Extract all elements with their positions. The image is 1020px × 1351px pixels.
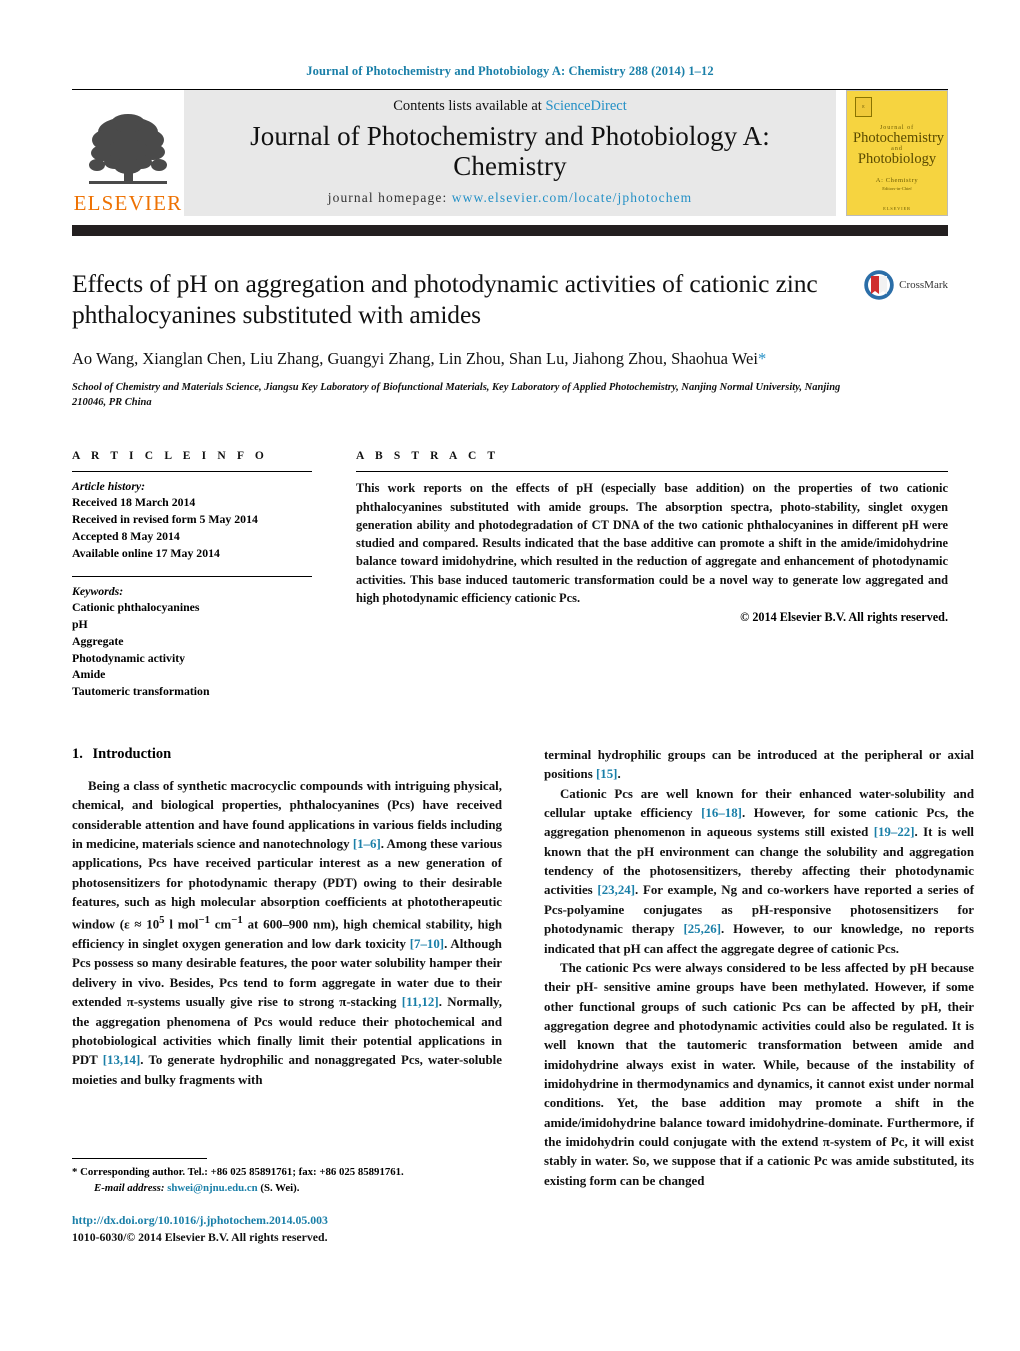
continuation-period: . xyxy=(617,767,621,782)
contents-available-line: Contents lists available at ScienceDirec… xyxy=(393,98,627,115)
history-revised: Received in revised form 5 May 2014 xyxy=(72,512,258,527)
email-label: E-mail address: xyxy=(94,1181,165,1194)
homepage-label: journal homepage: xyxy=(327,190,448,206)
cover-artwork: E Journal of Photochemistry and Photobio… xyxy=(853,97,945,209)
keyword-item: Amide xyxy=(72,667,106,682)
intro-text-d: cm xyxy=(210,917,232,932)
corresponding-author-note: * Corresponding author. Tel.: +86 025 85… xyxy=(72,1165,502,1196)
section-heading-introduction: 1. Introduction xyxy=(72,746,502,763)
citation-ref[interactable]: [16–18] xyxy=(701,806,742,820)
history-received: Received 18 March 2014 xyxy=(72,495,196,510)
page-title: Effects of pH on aggregation and photody… xyxy=(72,269,818,330)
elsevier-tree-icon xyxy=(89,114,167,184)
cover-line-2: Photobiology xyxy=(857,151,937,168)
body-columns: 1. Introduction Being a class of synthet… xyxy=(72,746,974,1191)
doi-link[interactable]: http://dx.doi.org/10.1016/j.jphotochem.2… xyxy=(72,1212,532,1229)
citation-ref[interactable]: [7–10] xyxy=(410,937,444,951)
history-online: Available online 17 May 2014 xyxy=(72,545,220,560)
body-column-left: 1. Introduction Being a class of synthet… xyxy=(72,746,502,1191)
keywords-label: Keywords: xyxy=(72,584,124,599)
article-page: Journal of Photochemistry and Photobiolo… xyxy=(0,0,1020,1351)
email-link[interactable]: shwei@njnu.edu.cn xyxy=(167,1182,257,1194)
keywords-block: Keywords: Cationic phthalocyanines pH Ag… xyxy=(72,584,312,700)
crossmark-label: CrossMark xyxy=(899,279,948,291)
article-info-heading: A R T I C L E I N F O xyxy=(72,450,268,463)
journal-title: Journal of Photochemistry and Photobiolo… xyxy=(250,120,770,181)
citation-ref[interactable]: [13,14] xyxy=(103,1053,141,1067)
masthead-black-bar xyxy=(72,225,948,236)
journal-band: Contents lists available at ScienceDirec… xyxy=(184,90,836,216)
journal-cover-thumbnail: E Journal of Photochemistry and Photobio… xyxy=(846,90,948,216)
body-column-right: terminal hydrophilic groups can be intro… xyxy=(544,746,974,1191)
abstract-text: This work reports on the effects of pH (… xyxy=(356,481,948,605)
paragraph-intro-1: Being a class of synthetic macrocyclic c… xyxy=(72,777,502,1090)
section-title: Introduction xyxy=(92,745,172,762)
superscript-exponent: −1 xyxy=(231,914,243,927)
info-abstract-row: A R T I C L E I N F O Article history: R… xyxy=(72,450,948,700)
citation-ref[interactable]: [15] xyxy=(596,767,617,781)
title-block: Effects of pH on aggregation and photody… xyxy=(72,268,948,410)
crossmark-icon xyxy=(864,270,894,300)
abstract-column: A B S T R A C T This work reports on the… xyxy=(356,450,948,700)
cover-editors: Editors-in-Chief xyxy=(882,186,912,192)
journal-masthead: ELSEVIER Contents lists available at Sci… xyxy=(72,90,948,216)
article-info-rule-top xyxy=(72,471,312,473)
cover-publisher-badge: E xyxy=(855,97,872,117)
cover-subtitle: A: Chemistry xyxy=(875,177,919,185)
contents-prefix: Contents lists available at xyxy=(393,97,546,114)
citation-ref[interactable]: [19–22] xyxy=(874,825,915,839)
superscript-exponent: −1 xyxy=(198,914,210,927)
affiliation: School of Chemistry and Materials Scienc… xyxy=(72,381,841,409)
intro-text-c: l mol xyxy=(164,917,199,932)
section-number: 1. xyxy=(72,745,83,762)
footnote-marker: * xyxy=(72,1166,78,1178)
cover-footer-wordmark: ELSEVIER xyxy=(883,206,911,211)
keyword-item: Cationic phthalocyanines xyxy=(72,600,200,615)
author-list: Ao Wang, Xianglan Chen, Liu Zhang, Guang… xyxy=(72,348,832,371)
elsevier-logo: ELSEVIER xyxy=(72,90,184,216)
keyword-item: pH xyxy=(72,617,88,632)
running-head: Journal of Photochemistry and Photobiolo… xyxy=(306,64,714,78)
keyword-item: Tautomeric transformation xyxy=(72,684,210,699)
abstract-heading: A B S T R A C T xyxy=(356,450,500,463)
history-accepted: Accepted 8 May 2014 xyxy=(72,528,180,543)
citation-ref[interactable]: [1–6] xyxy=(353,837,381,851)
keyword-item: Aggregate xyxy=(72,633,124,648)
cover-line-1: Photochemistry xyxy=(853,130,945,146)
sciencedirect-link[interactable]: ScienceDirect xyxy=(545,98,626,114)
footnote-rule xyxy=(72,1158,207,1159)
citation-ref[interactable]: [25,26] xyxy=(683,922,721,936)
journal-homepage-line: journal homepage: www.elsevier.com/locat… xyxy=(328,190,693,206)
abstract-copyright: © 2014 Elsevier B.V. All rights reserved… xyxy=(740,610,948,625)
corresponding-author-marker: * xyxy=(757,349,767,369)
article-info-column: A R T I C L E I N F O Article history: R… xyxy=(72,450,312,700)
paragraph-intro-3: The cationic Pcs were always considered … xyxy=(544,960,974,1188)
citation-ref[interactable]: [23,24] xyxy=(597,883,635,897)
homepage-url-link[interactable]: www.elsevier.com/locate/jphotochem xyxy=(452,190,692,205)
paragraph-intro-2: Cationic Pcs are well known for their en… xyxy=(544,785,974,959)
keyword-item: Photodynamic activity xyxy=(72,650,186,665)
footnote-text: Corresponding author. Tel.: +86 025 8589… xyxy=(80,1166,404,1178)
paragraph-intro-continuation: terminal hydrophilic groups can be intro… xyxy=(544,746,974,785)
article-history-label: Article history: xyxy=(72,479,146,494)
citation-ref[interactable]: [11,12] xyxy=(402,995,439,1009)
crossmark-badge[interactable]: CrossMark xyxy=(864,270,948,300)
article-info-rule-mid xyxy=(72,576,312,578)
footnote-block: * Corresponding author. Tel.: +86 025 85… xyxy=(72,1158,502,1196)
email-suffix: (S. Wei). xyxy=(260,1181,300,1194)
issn-copyright-line: 1010-6030/© 2014 Elsevier B.V. All right… xyxy=(72,1229,328,1244)
author-names: Ao Wang, Xianglan Chen, Liu Zhang, Guang… xyxy=(72,349,758,369)
abstract-rule xyxy=(356,471,948,473)
doi-block: http://dx.doi.org/10.1016/j.jphotochem.2… xyxy=(72,1212,532,1245)
elsevier-wordmark: ELSEVIER xyxy=(73,191,183,215)
